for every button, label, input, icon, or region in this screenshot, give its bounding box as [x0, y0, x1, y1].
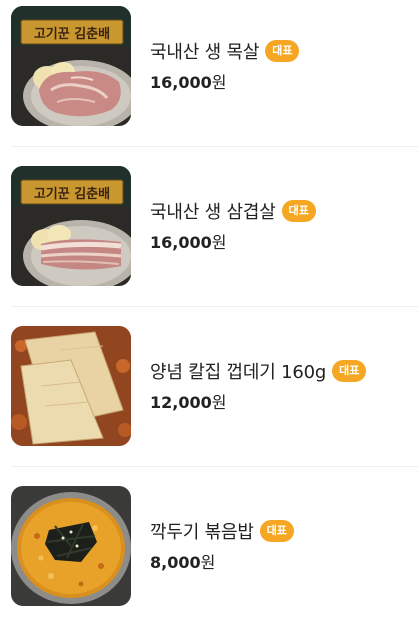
menu-item-name-row: 국내산 생 목살 대표: [150, 38, 408, 64]
menu-item-name[interactable]: 국내산 생 목살: [150, 38, 259, 64]
menu-item-image[interactable]: 고기꾼 김춘배: [11, 6, 131, 126]
menu-item-price: 8,000원: [150, 552, 408, 574]
shop-sign-text: 고기꾼 김춘배: [34, 186, 110, 202]
menu-item-image[interactable]: [11, 326, 131, 446]
menu-item-name[interactable]: 국내산 생 삼겹살: [150, 198, 276, 224]
pork-skin-photo: [11, 326, 131, 446]
shop-sign-text: 고기꾼 김춘배: [34, 26, 110, 42]
signature-badge: 대표: [332, 360, 367, 382]
price-amount: 16,000: [150, 233, 212, 252]
price-currency: 원: [200, 553, 216, 572]
price-currency: 원: [211, 73, 227, 92]
menu-item-pork-neck[interactable]: 고기꾼 김춘배 국내산 생 목살 대표 16,000원: [0, 0, 418, 160]
menu-item-info: 국내산 생 목살 대표 16,000원: [150, 38, 408, 94]
menu-item-price: 12,000원: [150, 392, 408, 414]
item-divider: [11, 306, 418, 307]
menu-item-info: 깍두기 볶음밥 대표 8,000원: [150, 518, 408, 574]
price-amount: 16,000: [150, 73, 212, 92]
pork-belly-photo: 고기꾼 김춘배: [11, 166, 131, 286]
signature-badge: 대표: [259, 520, 294, 542]
fried-rice-photo: [11, 486, 131, 606]
price-amount: 12,000: [150, 393, 212, 412]
signature-badge: 대표: [281, 200, 316, 222]
menu-item-price: 16,000원: [150, 72, 408, 94]
menu-item-name[interactable]: 깍두기 볶음밥: [150, 518, 254, 544]
menu-item-name-row: 깍두기 볶음밥 대표: [150, 518, 408, 544]
menu-item-name-row: 양념 칼집 껍데기 160g 대표: [150, 358, 408, 384]
item-divider: [11, 466, 418, 467]
menu-item-pork-skin[interactable]: 양념 칼집 껍데기 160g 대표 12,000원: [0, 320, 418, 480]
pork-neck-photo: 고기꾼 김춘배: [11, 6, 131, 126]
menu-item-image[interactable]: 고기꾼 김춘배: [11, 166, 131, 286]
price-currency: 원: [211, 233, 227, 252]
price-currency: 원: [211, 393, 227, 412]
menu-item-fried-rice[interactable]: 깍두기 볶음밥 대표 8,000원: [0, 480, 418, 640]
menu-item-image[interactable]: [11, 486, 131, 606]
menu-item-name-row: 국내산 생 삼겹살 대표: [150, 198, 408, 224]
signature-badge: 대표: [265, 40, 300, 62]
menu-item-info: 국내산 생 삼겹살 대표 16,000원: [150, 198, 408, 254]
menu-list: 고기꾼 김춘배 국내산 생 목살 대표 16,000원 고기꾼 김춘배 국내산 …: [0, 0, 418, 606]
menu-item-price: 16,000원: [150, 232, 408, 254]
item-divider: [11, 146, 418, 147]
menu-item-name[interactable]: 양념 칼집 껍데기 160g: [150, 358, 326, 384]
menu-item-pork-belly[interactable]: 고기꾼 김춘배 국내산 생 삼겹살 대표 16,000원: [0, 160, 418, 320]
menu-item-info: 양념 칼집 껍데기 160g 대표 12,000원: [150, 358, 408, 414]
price-amount: 8,000: [150, 553, 201, 572]
